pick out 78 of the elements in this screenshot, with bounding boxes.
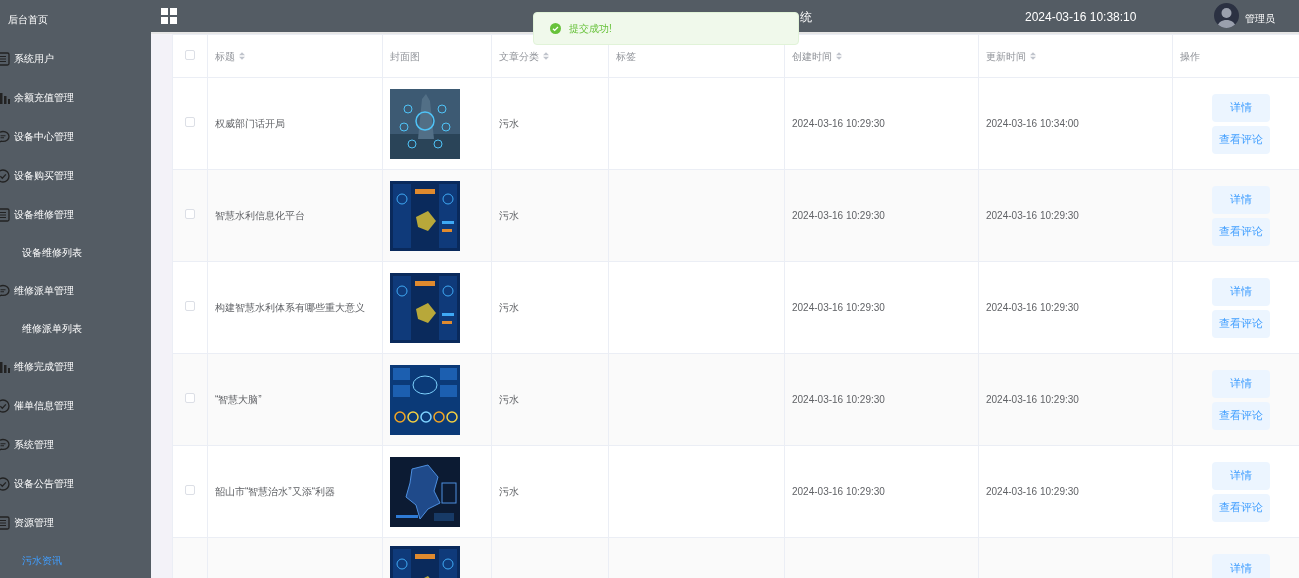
sidebar-menu-item[interactable]: 资源管理 [14,515,54,530]
comments-button[interactable]: 查看评论 [1212,217,1270,246]
list-icon [0,51,10,66]
created-time: 2024-03-16 10:29:30 [792,210,885,221]
grid-menu-icon[interactable] [161,8,177,24]
sidebar-menu-item[interactable]: 系统用户 [14,51,54,66]
sidebar-menu-item[interactable]: 维修派单管理 [14,283,74,298]
sidebar-menu-item[interactable]: 污水资讯 [22,553,62,568]
details-button[interactable]: 详情 [1212,369,1270,398]
category-text: 污水 [499,486,519,497]
chat-bubble-icon [0,129,10,144]
chat-bubble-icon [0,437,10,452]
comments-button[interactable]: 查看评论 [1212,309,1270,338]
avatar [1214,3,1239,28]
column-header[interactable]: 创建时间 [792,48,832,64]
sidebar-menu-item[interactable]: 维修完成管理 [14,359,74,374]
updated-time: 2024-03-16 10:29:30 [986,486,1079,497]
row-checkbox[interactable] [185,301,195,311]
comments-button[interactable]: 查看评论 [1212,493,1270,522]
sidebar-menu-item[interactable]: 维修派单列表 [22,321,82,336]
row-checkbox[interactable] [185,209,195,219]
system-title: 统 [800,9,812,26]
comments-button[interactable]: 查看评论 [1212,125,1270,154]
sort-icon[interactable] [1030,52,1036,60]
bar-chart-icon [0,90,10,105]
created-time: 2024-03-16 10:29:30 [792,302,885,313]
article-title: 权威部门话开局 [215,118,285,129]
user-name: 管理员 [1245,12,1275,26]
column-header[interactable]: 封面图 [390,48,420,64]
category-text: 污水 [499,394,519,405]
article-title: 构建智慧水利体系有哪些重大意义 [215,302,365,313]
details-button[interactable]: 详情 [1212,554,1270,578]
sidebar-menu-item[interactable]: 设备中心管理 [14,129,74,144]
bar-chart-icon [0,359,10,374]
column-header[interactable]: 标题 [215,48,235,64]
sidebar-menu-item[interactable]: 设备维修列表 [22,245,82,260]
updated-time: 2024-03-16 10:29:30 [986,210,1079,221]
updated-time: 2024-03-16 10:34:00 [986,118,1079,129]
sidebar-menu-item[interactable]: 催单信息管理 [14,398,74,413]
created-time: 2024-03-16 10:29:30 [792,118,885,129]
row-checkbox[interactable] [185,393,195,403]
sidebar-menu-item[interactable]: 设备公告管理 [14,476,74,491]
details-button[interactable]: 详情 [1212,461,1270,490]
column-header[interactable]: 文章分类 [499,48,539,64]
list-icon [0,515,10,530]
created-time: 2024-03-16 10:29:30 [792,486,885,497]
column-header[interactable]: 操作 [1180,48,1200,64]
column-header[interactable]: 标签 [616,48,636,64]
row-checkbox[interactable] [185,485,195,495]
category-text: 污水 [499,118,519,129]
success-check-icon [550,23,561,34]
sidebar-menu-item[interactable]: 后台首页 [8,12,48,27]
sidebar-menu-item[interactable]: 余额充值管理 [14,90,74,105]
updated-time: 2024-03-16 10:29:30 [986,394,1079,405]
category-text: 污水 [499,210,519,221]
created-time: 2024-03-16 10:29:30 [792,394,885,405]
list-icon [0,207,10,222]
sidebar-menu-item[interactable]: 系统管理 [14,437,54,452]
row-checkbox[interactable] [185,117,195,127]
article-title: “智慧大脑” [215,394,262,405]
details-button[interactable]: 详情 [1212,93,1270,122]
row-checkbox[interactable] [185,49,195,60]
article-title: 智慧水利信息化平台 [215,210,305,221]
toast-message: 提交成功! [569,22,612,36]
sidebar-menu-item[interactable]: 设备维修管理 [14,207,74,222]
updated-time: 2024-03-16 10:29:30 [986,302,1079,313]
date-time: 2024-03-16 10:38:10 [1025,9,1137,26]
article-title: 韶山市“智慧治水”又添“利器 [215,486,335,497]
sort-icon[interactable] [239,52,245,60]
details-button[interactable]: 详情 [1212,277,1270,306]
chat-bubble-icon [0,283,10,298]
comments-button[interactable]: 查看评论 [1212,401,1270,430]
category-text: 污水 [499,302,519,313]
sort-icon[interactable] [543,52,549,60]
sidebar-menu-item[interactable]: 设备购买管理 [14,168,74,183]
details-button[interactable]: 详情 [1212,185,1270,214]
sort-icon[interactable] [836,52,842,60]
column-header[interactable]: 更新时间 [986,48,1026,64]
